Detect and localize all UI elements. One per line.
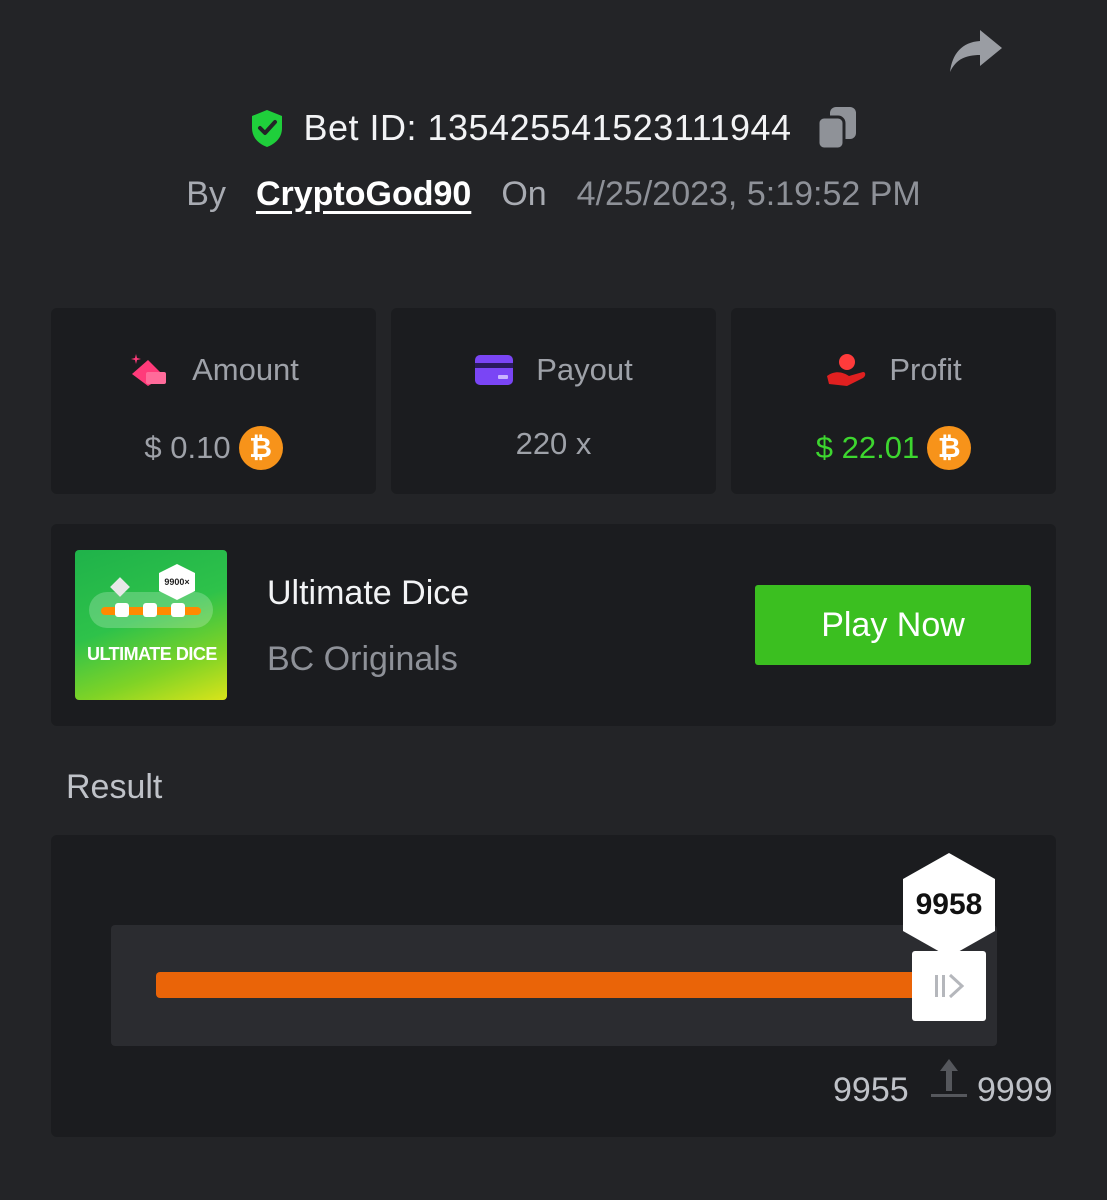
range-min: 9955	[833, 1071, 909, 1109]
arrow-up-icon	[931, 1059, 967, 1097]
thumbnail-knob	[171, 603, 185, 617]
game-thumbnail[interactable]: 9900× ULTIMATE DICE	[75, 550, 227, 700]
bitcoin-icon: ₿	[238, 426, 283, 470]
result-card: 9958 9955 9999	[51, 835, 1056, 1137]
payout-label: Payout	[536, 352, 633, 387]
drag-handle-icon	[935, 973, 965, 999]
on-label: On	[501, 174, 547, 213]
card-icon	[475, 355, 514, 385]
slider-handle[interactable]	[912, 951, 986, 1021]
thumbnail-knob	[115, 603, 129, 617]
hand-profit-icon	[827, 354, 866, 386]
amount-card: Amount $ 0.10 ₿	[51, 308, 376, 494]
bitcoin-icon: ₿	[927, 426, 972, 470]
coins-icon	[131, 354, 167, 386]
game-provider: BC Originals	[267, 640, 458, 678]
payout-card: Payout 220 x	[391, 308, 716, 494]
game-card: 9900× ULTIMATE DICE Ultimate Dice BC Ori…	[51, 524, 1056, 726]
by-label: By	[186, 174, 226, 213]
profit-label: Profit	[889, 352, 962, 387]
username-link[interactable]: CryptoGod90	[256, 175, 471, 214]
amount-value: $ 0.10	[144, 430, 231, 465]
range-max: 9999	[977, 1071, 1053, 1109]
profit-card: Profit $ 22.01 ₿	[731, 308, 1056, 494]
share-arrow-icon[interactable]	[946, 26, 1004, 76]
profit-value: $ 22.01	[815, 430, 920, 465]
payout-value: 220 x	[515, 426, 592, 461]
result-range-bar	[156, 972, 976, 998]
amount-label: Amount	[192, 352, 299, 387]
bet-id-row: Bet ID: 135425541523111944	[0, 100, 1107, 156]
result-heading: Result	[66, 768, 163, 806]
shield-check-icon	[252, 110, 283, 147]
game-title[interactable]: Ultimate Dice	[267, 574, 469, 613]
thumbnail-knob	[143, 603, 157, 617]
copy-icon[interactable]	[816, 105, 858, 151]
bet-id: Bet ID: 135425541523111944	[303, 107, 792, 148]
thumbnail-title: ULTIMATE DICE	[87, 644, 217, 664]
play-now-button[interactable]: Play Now	[755, 585, 1031, 665]
bet-meta-row: By CryptoGod90 On 4/25/2023, 5:19:52 PM	[0, 170, 1107, 218]
bet-datetime: 4/25/2023, 5:19:52 PM	[576, 174, 921, 213]
